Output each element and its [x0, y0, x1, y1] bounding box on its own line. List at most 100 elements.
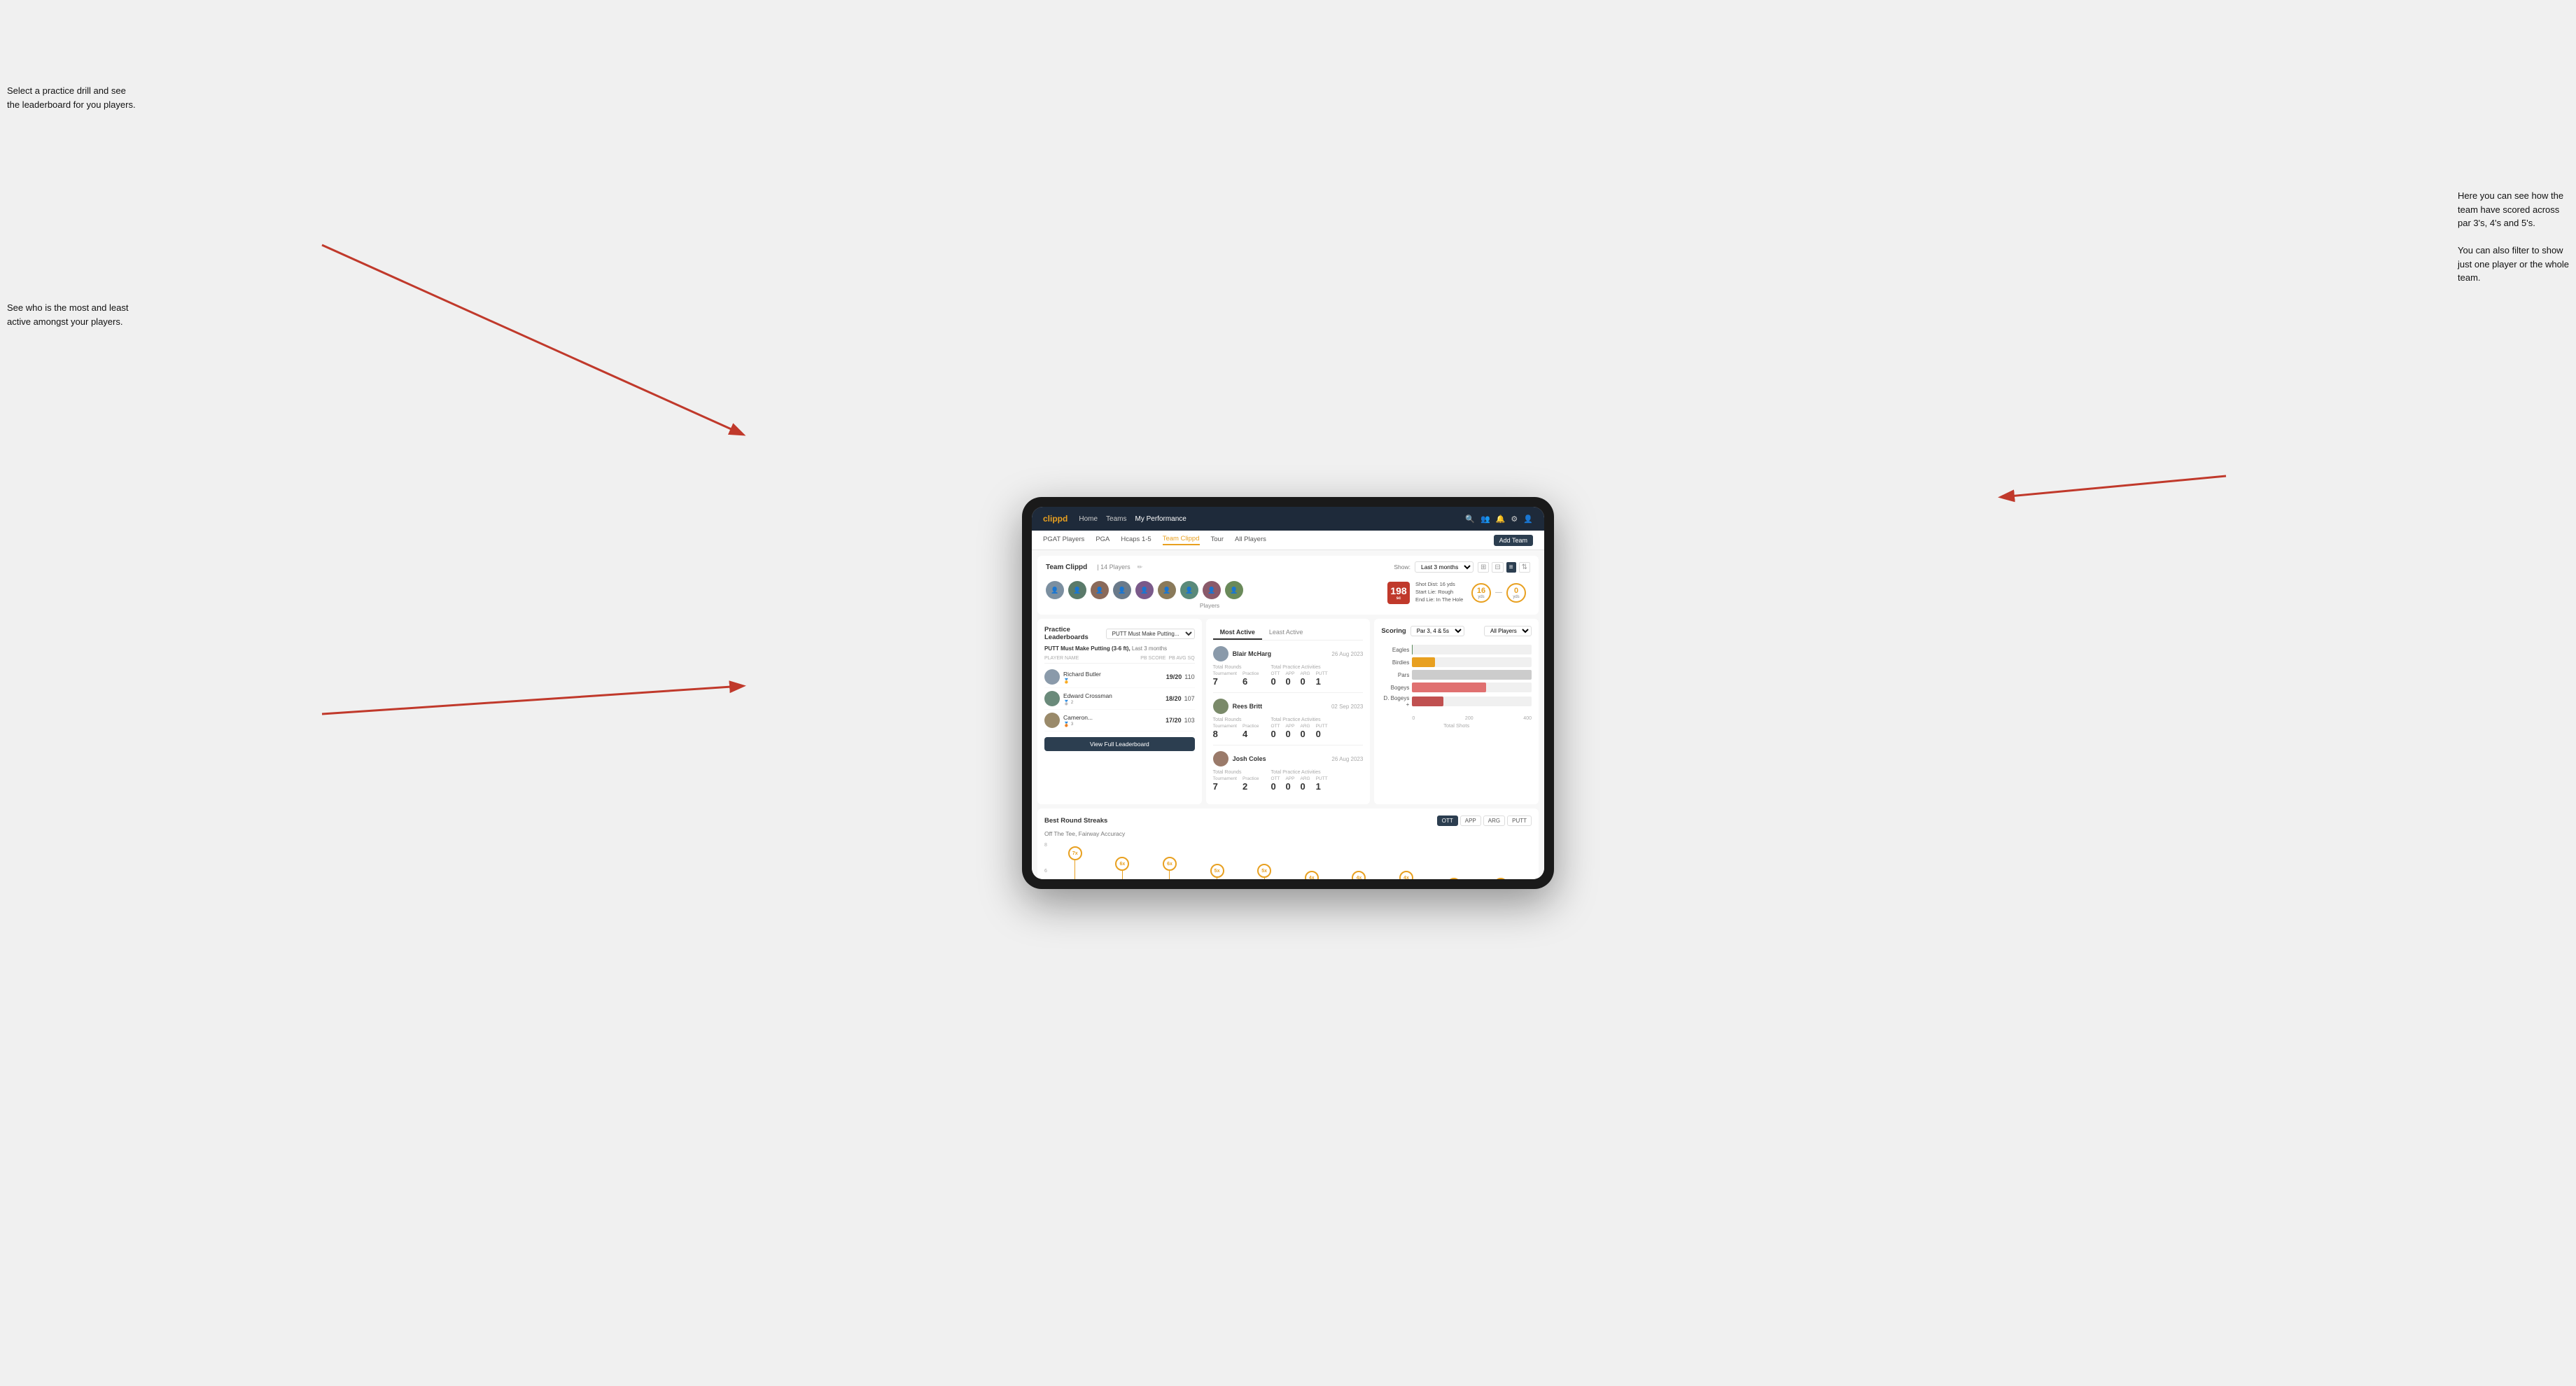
subnav-pgat[interactable]: PGAT Players — [1043, 536, 1084, 545]
bar-chart: Eagles 3 Birdies 96 — [1381, 642, 1532, 713]
ott-val-blair: 0 — [1270, 676, 1280, 687]
subnav-tour[interactable]: Tour — [1211, 536, 1224, 545]
shot-info-panel: 198 sc Shot Dist: 16 yds Start Lie: Roug… — [1383, 577, 1530, 608]
player-avatar-5[interactable]: 👤 — [1135, 581, 1154, 599]
nav-logo: clippd — [1043, 514, 1068, 524]
bar-track-dbogeys: 131 — [1412, 696, 1532, 706]
view-full-leaderboard-button[interactable]: View Full Leaderboard — [1044, 737, 1195, 751]
lb-card-header: Practice Leaderboards PUTT Must Make Put… — [1044, 626, 1195, 641]
search-icon[interactable]: 🔍 — [1465, 514, 1475, 524]
chart-bottom-label: Total Shots — [1381, 722, 1532, 729]
shot-dist: Shot Dist: 16 yds — [1415, 581, 1466, 587]
three-cols: Practice Leaderboards PUTT Must Make Put… — [1037, 619, 1539, 804]
scoring-title: Scoring — [1381, 627, 1406, 635]
lb-name-3: Cameron... — [1063, 714, 1093, 721]
lb-avg-3: 103 — [1184, 717, 1195, 724]
streak-point-7: 4x — [1352, 871, 1366, 879]
list-icon[interactable]: ≡ — [1506, 562, 1516, 573]
bar-label-dbogeys: D. Bogeys + — [1381, 695, 1409, 708]
bar-row-birdies: Birdies 96 — [1381, 657, 1532, 667]
player-card-josh: Josh Coles 26 Aug 2023 Total Rounds Tour… — [1213, 751, 1364, 797]
streak-tab-ott[interactable]: OTT — [1437, 816, 1458, 826]
par-select[interactable]: Par 3, 4 & 5s — [1410, 626, 1464, 636]
subnav-pga[interactable]: PGA — [1096, 536, 1110, 545]
rees-rounds: Total Rounds Tournament 8 Practice 4 — [1213, 718, 1259, 739]
settings-icon[interactable]: ⚙ — [1511, 514, 1518, 524]
grid-icon[interactable]: ⊞ — [1478, 562, 1489, 573]
most-active-tab[interactable]: Most Active — [1213, 626, 1262, 640]
subnav-all-players[interactable]: All Players — [1235, 536, 1266, 545]
streaks-subtitle: Off The Tee, Fairway Accuracy — [1044, 830, 1532, 837]
chart-axis: 0 200 400 — [1381, 716, 1532, 721]
streaks-chart: 8 6 4 7x 6x — [1044, 843, 1532, 879]
lb-row-1: Richard Butler 🏅 19/20 110 — [1044, 666, 1195, 688]
add-team-button[interactable]: Add Team — [1494, 535, 1533, 546]
streak-circle-1: 7x — [1068, 846, 1082, 860]
ipad-frame: clippd Home Teams My Performance 🔍 👥 🔔 ⚙… — [1022, 497, 1554, 889]
activity-card: Most Active Least Active Blair McHarg 26… — [1206, 619, 1371, 804]
player-avatar-3[interactable]: 👤 — [1091, 581, 1109, 599]
streak-circle-5: 5x — [1257, 864, 1271, 878]
tournament-sublabel: Tournament — [1213, 671, 1237, 676]
lb-score-2: 18/20 — [1166, 695, 1182, 702]
pc-header-rees: Rees Britt 02 Sep 2023 — [1213, 699, 1364, 714]
streak-circle-7: 4x — [1352, 871, 1366, 879]
bar-label-pars: Pars — [1381, 672, 1409, 678]
activity-tabs: Most Active Least Active — [1213, 626, 1364, 640]
bar-track-eagles: 3 — [1412, 645, 1532, 654]
player-card-blair: Blair McHarg 26 Aug 2023 Total Rounds To… — [1213, 646, 1364, 693]
player-filter-select[interactable]: All Players — [1484, 626, 1532, 636]
putt-val-blair: 1 — [1316, 676, 1328, 687]
lb-badge-3: 🥉 3 — [1063, 722, 1093, 727]
player-avatar-8[interactable]: 👤 — [1203, 581, 1221, 599]
streak-tab-arg[interactable]: ARG — [1483, 816, 1505, 826]
player-avatar-9[interactable]: 👤 — [1225, 581, 1243, 599]
drill-select[interactable]: PUTT Must Make Putting... — [1106, 629, 1195, 639]
scoring-header: Scoring Par 3, 4 & 5s All Players — [1381, 626, 1532, 636]
annotation-bottom-left: See who is the most and least active amo… — [7, 301, 128, 328]
nav-links: Home Teams My Performance — [1079, 515, 1465, 523]
users-icon[interactable]: 👥 — [1480, 514, 1490, 524]
bar-row-pars: Pars 499 — [1381, 670, 1532, 680]
lb-avatar-1 — [1044, 669, 1060, 685]
bar-fill-pars — [1412, 670, 1531, 680]
bar-track-pars: 499 — [1412, 670, 1532, 680]
nav-bar: clippd Home Teams My Performance 🔍 👥 🔔 ⚙… — [1032, 507, 1544, 531]
nav-my-performance[interactable]: My Performance — [1135, 515, 1186, 523]
bar-fill-eagles — [1412, 645, 1413, 654]
streak-tab-putt[interactable]: PUTT — [1507, 816, 1532, 826]
player-avatar-1[interactable]: 👤 — [1046, 581, 1064, 599]
bell-icon[interactable]: 🔔 — [1496, 514, 1506, 524]
least-active-tab[interactable]: Least Active — [1262, 626, 1310, 640]
streak-point-4: 5x — [1210, 864, 1224, 879]
total-practice-label: Total Practice Activities — [1270, 665, 1363, 670]
nav-home[interactable]: Home — [1079, 515, 1098, 523]
grid2-icon[interactable]: ⊟ — [1492, 562, 1503, 573]
streak-circle-8: 4x — [1399, 871, 1413, 879]
nav-teams[interactable]: Teams — [1106, 515, 1126, 523]
subnav-hcaps[interactable]: Hcaps 1-5 — [1121, 536, 1151, 545]
lb-avg-1: 110 — [1184, 673, 1194, 680]
shot-circle-2: 0 yds — [1506, 583, 1526, 603]
player-avatar-4[interactable]: 👤 — [1113, 581, 1131, 599]
tournament-val-blair: 7 — [1213, 676, 1237, 687]
streak-point-10: 3x — [1494, 878, 1508, 879]
user-icon[interactable]: 👤 — [1523, 514, 1533, 524]
show-select[interactable]: Last 3 months — [1415, 561, 1474, 573]
streak-circle-6: 4x — [1305, 871, 1319, 879]
shot-start-lie: Start Lie: Rough — [1415, 589, 1466, 595]
sort-icon[interactable]: ⇅ — [1519, 562, 1530, 573]
streak-tab-app[interactable]: APP — [1460, 816, 1481, 826]
subnav-team-clippd[interactable]: Team Clippd — [1163, 535, 1200, 545]
edit-icon[interactable]: ✏ — [1138, 564, 1143, 571]
player-card-rees: Rees Britt 02 Sep 2023 Total Rounds Tour… — [1213, 699, 1364, 746]
player-avatar-7[interactable]: 👤 — [1180, 581, 1198, 599]
streak-point-2: 6x — [1115, 857, 1129, 879]
player-avatar-6[interactable]: 👤 — [1158, 581, 1176, 599]
bar-fill-birdies — [1412, 657, 1435, 667]
player-avatar-2[interactable]: 👤 — [1068, 581, 1086, 599]
shot-circle-1: 16 yds — [1471, 583, 1491, 603]
bar-row-dbogeys: D. Bogeys + 131 — [1381, 695, 1532, 708]
lb-name-1: Richard Butler — [1063, 671, 1101, 678]
pc-name-josh: Josh Coles — [1233, 755, 1328, 762]
